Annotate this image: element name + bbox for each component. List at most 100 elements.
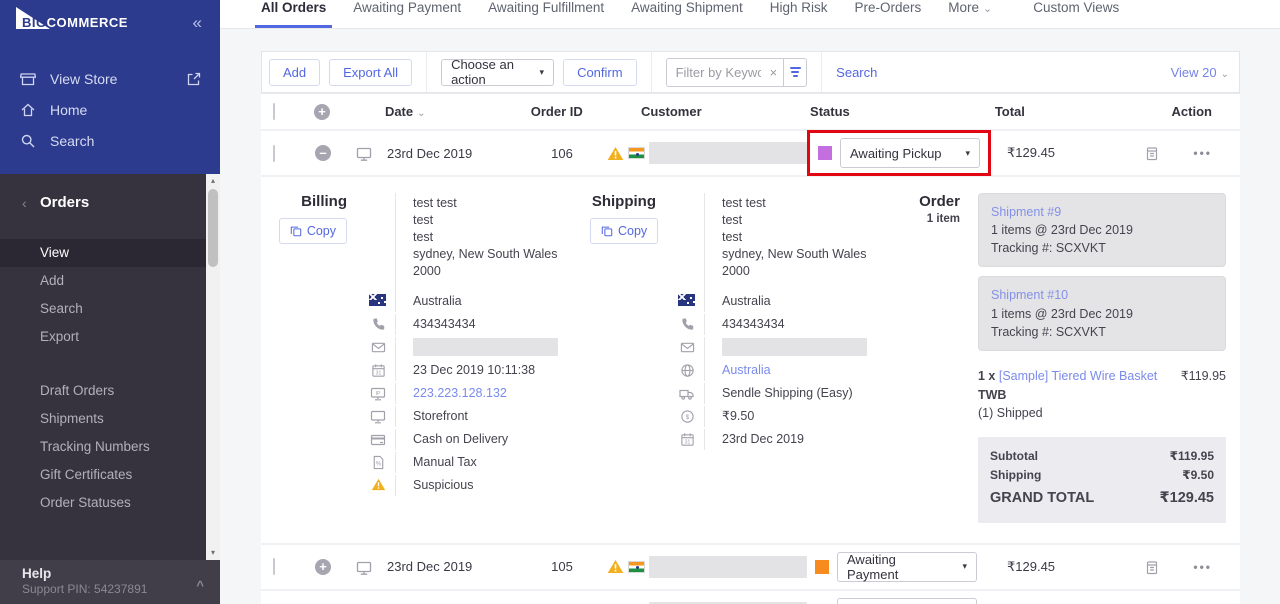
select-caret-icon: ▾ xyxy=(526,67,545,78)
scroll-down-icon[interactable]: ▾ xyxy=(211,546,215,560)
sidebar-item-label: Home xyxy=(50,102,202,118)
copy-shipping-button[interactable]: Copy xyxy=(590,218,658,244)
chevron-up-icon[interactable]: ^ xyxy=(196,578,204,593)
calendar-icon: 31 xyxy=(371,363,386,378)
product-link[interactable]: [Sample] Tiered Wire Basket xyxy=(999,369,1157,383)
tab-high-risk[interactable]: High Risk xyxy=(770,0,828,28)
tab-all-orders[interactable]: All Orders xyxy=(261,0,326,28)
sidebar-item-order-statuses[interactable]: Order Statuses xyxy=(0,489,220,517)
help-panel[interactable]: Help Support PIN: 54237891 ^ xyxy=(0,560,220,604)
risk-warning-icon xyxy=(607,559,624,574)
expand-all-icon[interactable]: + xyxy=(314,104,330,120)
header-status: Status xyxy=(798,104,985,119)
shipment-tracking: Tracking #: SCXVKT xyxy=(991,239,1213,257)
sidebar-item-draft-orders[interactable]: Draft Orders xyxy=(0,377,220,405)
shipping-cost: ₹9.50 xyxy=(704,406,890,427)
sidebar-item-search[interactable]: Search xyxy=(0,125,220,156)
order-row-104: + 23rd Dec 2019 104 Shipped ▾ xyxy=(261,591,1240,604)
header-action: Action xyxy=(1172,104,1240,119)
row-actions-icon[interactable]: ••• xyxy=(1193,146,1212,160)
copy-icon xyxy=(290,225,302,237)
sidebar-item-view[interactable]: View xyxy=(0,239,220,267)
calendar-icon: 31 xyxy=(680,432,695,447)
header-order-id: Order ID xyxy=(513,104,601,119)
select-caret-icon: ▾ xyxy=(951,148,970,159)
order-title: Order xyxy=(900,193,960,210)
shipping-phone: 434343434 xyxy=(704,314,890,335)
confirm-button[interactable]: Confirm xyxy=(563,59,637,86)
shipping-date: 23rd Dec 2019 xyxy=(704,429,890,450)
search-button[interactable]: Search xyxy=(836,65,877,80)
order-row-106: – 23rd Dec 2019 106 Awaiting Pickup ▾ xyxy=(261,131,1240,177)
scrollbar-thumb[interactable] xyxy=(208,189,218,267)
email-icon xyxy=(371,340,386,355)
order-detail-panel: Billing Copy test test test test sydney,… xyxy=(261,177,1240,545)
ip-address-link[interactable]: 223.223.128.132 xyxy=(413,386,507,400)
svg-text:31: 31 xyxy=(685,440,691,446)
india-flag-icon xyxy=(628,561,645,573)
order-status-select[interactable]: Awaiting Pickup ▾ xyxy=(840,138,980,168)
order-notes-icon[interactable] xyxy=(1144,559,1160,575)
india-flag-icon xyxy=(628,147,645,159)
bigcommerce-logo[interactable]: BIGCOMMERCE xyxy=(16,15,128,30)
select-all-checkbox[interactable] xyxy=(273,103,275,120)
order-summary-section: Order 1 item Shipment #9 1 items @ 23rd … xyxy=(900,193,1226,523)
item-quantity: 1 x xyxy=(978,369,995,383)
sidebar-item-home[interactable]: Home xyxy=(0,94,220,125)
subtotal-label: Subtotal xyxy=(990,447,1038,466)
sidebar-scrollbar[interactable]: ▴ ▾ xyxy=(206,174,220,560)
shipment-link[interactable]: Shipment #10 xyxy=(991,286,1213,304)
sidebar-item-add[interactable]: Add xyxy=(0,267,220,295)
shipment-link[interactable]: Shipment #9 xyxy=(991,203,1213,221)
copy-billing-button[interactable]: Copy xyxy=(279,218,347,244)
view-count-select[interactable]: View 20⌄ xyxy=(1171,65,1229,80)
tab-more[interactable]: More⌄ xyxy=(948,0,992,28)
order-total: ₹129.45 xyxy=(997,559,1117,575)
tax-icon: % xyxy=(371,455,386,470)
sidebar-item-gift-certificates[interactable]: Gift Certificates xyxy=(0,461,220,489)
row-checkbox[interactable] xyxy=(273,558,275,575)
add-order-button[interactable]: Add xyxy=(269,59,320,86)
order-line-item: 1 x [Sample] Tiered Wire Basket TWB (1) … xyxy=(978,367,1226,423)
toolbar-divider xyxy=(651,51,652,93)
svg-text:%: % xyxy=(376,461,382,468)
order-notes-icon[interactable] xyxy=(1144,145,1160,161)
scroll-up-icon[interactable]: ▴ xyxy=(211,174,215,188)
sidebar-item-search-orders[interactable]: Search xyxy=(0,295,220,323)
sidebar-item-tracking-numbers[interactable]: Tracking Numbers xyxy=(0,433,220,461)
sidebar-collapse-icon[interactable]: « xyxy=(193,14,202,31)
order-status-select[interactable]: Shipped ▾ xyxy=(837,598,977,604)
clear-filter-icon[interactable]: × xyxy=(764,58,784,87)
tab-awaiting-fulfillment[interactable]: Awaiting Fulfillment xyxy=(488,0,604,28)
shipment-info: 1 items @ 23rd Dec 2019 xyxy=(991,305,1213,323)
shipment-card[interactable]: Shipment #9 1 items @ 23rd Dec 2019 Trac… xyxy=(978,193,1226,267)
header-date[interactable]: Date⌄ xyxy=(385,104,513,119)
tab-awaiting-payment[interactable]: Awaiting Payment xyxy=(353,0,461,28)
order-channel: Storefront xyxy=(395,406,578,427)
back-chevron-icon[interactable]: ‹ xyxy=(22,195,40,211)
sidebar-item-label: Search xyxy=(50,133,202,149)
shipping-value: ₹9.50 xyxy=(1182,466,1214,485)
search-icon xyxy=(20,133,36,149)
sidebar-header: BIGCOMMERCE « View Store Home xyxy=(0,0,220,174)
order-status-select[interactable]: Awaiting Payment ▾ xyxy=(837,552,977,582)
tab-custom-views[interactable]: Custom Views xyxy=(1033,0,1119,28)
shipping-zone-link[interactable]: Australia xyxy=(722,363,771,377)
row-checkbox[interactable] xyxy=(273,145,275,162)
shipment-card[interactable]: Shipment #10 1 items @ 23rd Dec 2019 Tra… xyxy=(978,276,1226,350)
collapse-row-icon[interactable]: – xyxy=(315,145,331,161)
orders-tabbar: All Orders Awaiting Payment Awaiting Ful… xyxy=(220,0,1280,29)
tab-pre-orders[interactable]: Pre-Orders xyxy=(855,0,922,28)
expand-row-icon[interactable]: + xyxy=(315,559,331,575)
menu-spacer xyxy=(0,351,220,377)
filter-keyword-input[interactable] xyxy=(666,58,764,87)
filter-icon[interactable] xyxy=(783,58,807,87)
row-actions-icon[interactable]: ••• xyxy=(1193,560,1212,574)
sidebar-item-shipments[interactable]: Shipments xyxy=(0,405,220,433)
bulk-action-select[interactable]: Choose an action ▾ xyxy=(441,59,554,86)
sidebar-item-view-store[interactable]: View Store xyxy=(0,63,220,94)
export-all-button[interactable]: Export All xyxy=(329,59,412,86)
filter-group: × xyxy=(666,58,808,87)
tab-awaiting-shipment[interactable]: Awaiting Shipment xyxy=(631,0,743,28)
sidebar-item-export[interactable]: Export xyxy=(0,323,220,351)
